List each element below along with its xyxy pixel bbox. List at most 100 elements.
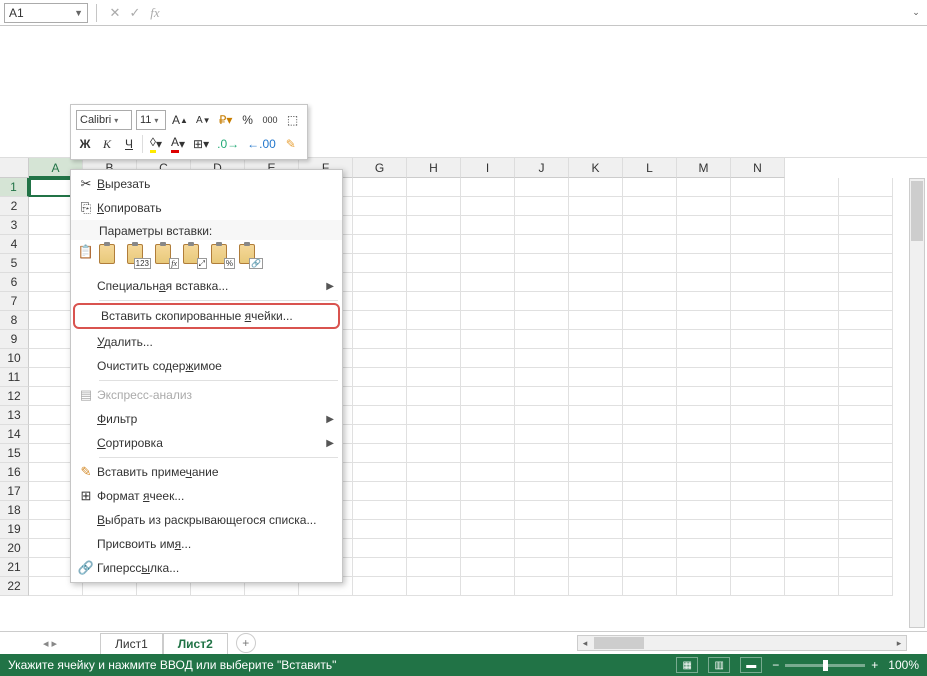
cell[interactable] bbox=[839, 558, 893, 577]
cell[interactable] bbox=[461, 444, 515, 463]
tab-sheet2[interactable]: Лист2 bbox=[163, 633, 228, 654]
cell[interactable] bbox=[569, 235, 623, 254]
cell[interactable] bbox=[353, 216, 407, 235]
menu-filter[interactable]: Фильтр ▶ bbox=[71, 407, 342, 431]
cell[interactable] bbox=[677, 520, 731, 539]
italic-icon[interactable]: К bbox=[98, 134, 116, 154]
cell[interactable] bbox=[569, 520, 623, 539]
underline-icon[interactable]: Ч bbox=[120, 134, 138, 154]
fx-icon[interactable]: fx bbox=[145, 3, 165, 23]
cell[interactable] bbox=[407, 178, 461, 197]
cell[interactable] bbox=[353, 501, 407, 520]
cell[interactable] bbox=[839, 444, 893, 463]
cell[interactable] bbox=[569, 444, 623, 463]
cell[interactable] bbox=[839, 216, 893, 235]
cell[interactable] bbox=[461, 577, 515, 596]
cell[interactable] bbox=[407, 558, 461, 577]
cell[interactable] bbox=[569, 273, 623, 292]
cell[interactable] bbox=[353, 273, 407, 292]
cell[interactable] bbox=[407, 501, 461, 520]
cell[interactable] bbox=[785, 444, 839, 463]
vertical-scrollbar[interactable] bbox=[909, 178, 925, 628]
row-header[interactable]: 17 bbox=[0, 482, 29, 501]
cell[interactable] bbox=[407, 387, 461, 406]
cell[interactable] bbox=[785, 539, 839, 558]
cell[interactable] bbox=[785, 425, 839, 444]
col-header-M[interactable]: M bbox=[677, 158, 731, 178]
zoom-level[interactable]: 100% bbox=[888, 658, 919, 672]
cell[interactable] bbox=[623, 349, 677, 368]
cell[interactable] bbox=[623, 577, 677, 596]
cell[interactable] bbox=[839, 311, 893, 330]
cell[interactable] bbox=[569, 254, 623, 273]
cell[interactable] bbox=[785, 197, 839, 216]
menu-cut[interactable]: ✂ Вырезать bbox=[71, 172, 342, 196]
cell[interactable] bbox=[731, 425, 785, 444]
cell[interactable] bbox=[569, 216, 623, 235]
cell[interactable] bbox=[569, 368, 623, 387]
cell[interactable] bbox=[569, 463, 623, 482]
cell[interactable] bbox=[407, 463, 461, 482]
menu-sort[interactable]: Сортировка ▶ bbox=[71, 431, 342, 455]
accounting-format-icon[interactable]: ₽▾ bbox=[217, 110, 235, 130]
cell[interactable] bbox=[839, 482, 893, 501]
cell[interactable] bbox=[731, 406, 785, 425]
cell[interactable] bbox=[515, 368, 569, 387]
cell[interactable] bbox=[569, 482, 623, 501]
cell[interactable] bbox=[785, 178, 839, 197]
cell[interactable] bbox=[515, 501, 569, 520]
font-color-icon[interactable]: A▾ bbox=[169, 134, 187, 154]
cell[interactable] bbox=[677, 254, 731, 273]
cell[interactable] bbox=[731, 178, 785, 197]
cell[interactable] bbox=[515, 197, 569, 216]
menu-format-cells[interactable]: ⊞ Формат ячеек... bbox=[71, 484, 342, 508]
cell[interactable] bbox=[407, 577, 461, 596]
cell[interactable] bbox=[515, 254, 569, 273]
paste-formatting-icon[interactable]: % bbox=[211, 244, 233, 268]
cell[interactable] bbox=[461, 178, 515, 197]
cell[interactable] bbox=[623, 558, 677, 577]
cell[interactable] bbox=[569, 197, 623, 216]
menu-insert-comment[interactable]: ✎ Вставить примечание bbox=[71, 460, 342, 484]
cell[interactable] bbox=[785, 368, 839, 387]
row-header[interactable]: 4 bbox=[0, 235, 29, 254]
cell[interactable] bbox=[731, 235, 785, 254]
zoom-in-icon[interactable]: + bbox=[871, 658, 878, 672]
cell[interactable] bbox=[677, 349, 731, 368]
cell[interactable] bbox=[569, 425, 623, 444]
cell[interactable] bbox=[515, 349, 569, 368]
cell[interactable] bbox=[353, 444, 407, 463]
cell[interactable] bbox=[731, 311, 785, 330]
cell[interactable] bbox=[677, 311, 731, 330]
scroll-thumb[interactable] bbox=[594, 637, 644, 649]
tab-nav[interactable]: ◂ ▸ bbox=[0, 637, 100, 650]
cell[interactable] bbox=[569, 311, 623, 330]
cell[interactable] bbox=[515, 311, 569, 330]
cell[interactable] bbox=[677, 406, 731, 425]
cell[interactable] bbox=[623, 406, 677, 425]
cell[interactable] bbox=[677, 539, 731, 558]
cell[interactable] bbox=[677, 178, 731, 197]
cell[interactable] bbox=[461, 558, 515, 577]
cell[interactable] bbox=[407, 368, 461, 387]
row-header[interactable]: 21 bbox=[0, 558, 29, 577]
menu-hyperlink[interactable]: 🔗 Гиперссылка... bbox=[71, 556, 342, 580]
row-header[interactable]: 14 bbox=[0, 425, 29, 444]
decrease-decimal-icon[interactable]: .0→ bbox=[215, 134, 241, 154]
row-header[interactable]: 18 bbox=[0, 501, 29, 520]
row-header[interactable]: 5 bbox=[0, 254, 29, 273]
cell[interactable] bbox=[839, 577, 893, 596]
col-header-G[interactable]: G bbox=[353, 158, 407, 178]
cell[interactable] bbox=[515, 178, 569, 197]
page-break-view-icon[interactable]: ▬ bbox=[740, 657, 762, 673]
menu-paste-special[interactable]: Специальная вставка... ▶ bbox=[71, 274, 342, 298]
row-header[interactable]: 11 bbox=[0, 368, 29, 387]
cell[interactable] bbox=[569, 501, 623, 520]
cell[interactable] bbox=[785, 254, 839, 273]
cell[interactable] bbox=[623, 197, 677, 216]
cell[interactable] bbox=[623, 520, 677, 539]
cell[interactable] bbox=[731, 292, 785, 311]
cell[interactable] bbox=[461, 273, 515, 292]
col-header-I[interactable]: I bbox=[461, 158, 515, 178]
increase-font-icon[interactable]: A▲ bbox=[170, 110, 190, 130]
